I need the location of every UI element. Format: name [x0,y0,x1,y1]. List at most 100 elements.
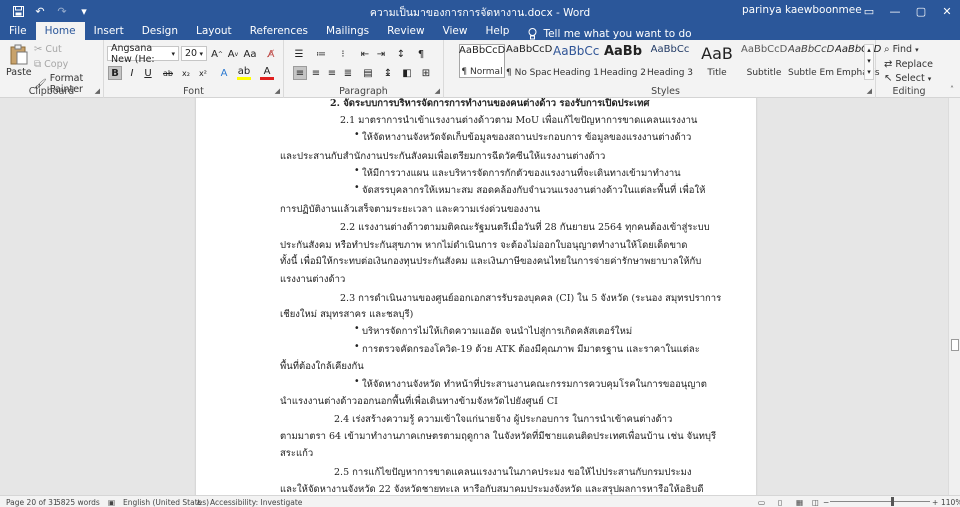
bold-icon[interactable]: B [108,66,122,80]
tell-me-box[interactable]: Tell me what you want to do [518,28,692,40]
proofing-icon[interactable]: ▣ [108,498,115,507]
zoom-in-icon[interactable]: + [932,498,938,507]
zoom-out-icon[interactable]: − [823,498,829,507]
style-heading-2[interactable]: AaBb Heading 2 [600,44,646,78]
print-layout-icon[interactable]: ▦ [796,498,803,507]
bullet-icon: • [354,182,360,193]
styles-gallery-scroll[interactable]: ▴ ▾ ▾ [864,44,874,80]
thai-distributed-icon[interactable]: ▤ [361,66,375,80]
align-left-icon[interactable]: ≡ [293,66,307,80]
close-icon[interactable]: ✕ [934,0,960,22]
styles-launcher-icon[interactable]: ◢ [867,87,872,95]
shrink-font-icon[interactable]: Av [226,47,240,61]
text-effects-icon[interactable]: A [217,66,231,80]
find-button[interactable]: ⌕ Find ▾ [884,44,919,55]
select-label: Select [895,73,925,84]
line-spacing-icon[interactable]: ↨ [381,66,395,80]
style-heading-3[interactable]: AaBbCc Heading 3 [647,44,693,78]
bullets-icon[interactable]: ☰ [292,47,306,61]
style-emphasis[interactable]: AaBbCcDd Emphasis [835,44,881,78]
tab-insert[interactable]: Insert [85,22,133,40]
font-size-box[interactable]: 20 ▾ [181,46,207,61]
replace-label: Replace [895,59,933,70]
style-heading-1[interactable]: AaBbCc Heading 1 [553,44,599,78]
read-mode-icon[interactable]: ▯ [778,498,782,507]
text-line: การตรวจคัดกรองโควิด-19 ด้วย ATK ต้องมีคุ… [362,344,700,355]
style-no-spacing[interactable]: AaBbCcDd ¶ No Spac... [506,44,552,78]
zoom-level[interactable]: 110% [941,498,960,507]
paragraph-group-label: Paragraph [339,86,388,97]
change-case-icon[interactable]: Aa [243,47,257,61]
underline-icon[interactable]: U [141,66,155,80]
text-line: 2.3 การดำเนินงานของศูนย์ออกเอกสารรับรองบ… [340,293,722,304]
font-name-box[interactable]: Angsana New (He: ▾ [107,43,179,65]
user-name[interactable]: parinya kaewboonmee [742,4,862,16]
style-preview: AaBbCcDd [835,44,881,55]
style-preview: AaBbCcDd [506,44,552,55]
align-right-icon[interactable]: ≡ [325,66,339,80]
style-subtitle[interactable]: AaBbCcD Subtitle [741,44,787,78]
minimize-icon[interactable]: — [882,0,908,22]
redo-icon[interactable]: ↷ [52,2,72,20]
document-page[interactable]: 2. จัดระบบการบริหารจัดการการทำงานของคนต่… [196,98,756,495]
vertical-scrollbar[interactable] [948,98,960,495]
clear-formatting-icon[interactable]: A̸ [264,47,278,61]
paste-button[interactable]: Paste [6,44,32,78]
tab-view[interactable]: View [434,22,477,40]
undo-icon[interactable]: ↶ [30,2,50,20]
clipboard-group: Paste ✂ Cut ⧉ Copy 🖌 Format Painter Clip… [0,40,104,98]
style-title[interactable]: AaB Title [694,44,740,78]
shading-icon[interactable]: ◧ [400,66,414,80]
page-count[interactable]: Page 20 of 31 [6,498,58,507]
superscript-icon[interactable]: x² [196,66,210,80]
style-normal[interactable]: AaBbCcDd ¶ Normal [459,44,505,78]
tab-file[interactable]: File [0,22,36,40]
save-icon[interactable] [8,2,28,20]
clipboard-launcher-icon[interactable]: ◢ [95,87,100,95]
tab-references[interactable]: References [241,22,317,40]
sort-icon[interactable]: ↕ [394,47,408,61]
increase-indent-icon[interactable]: ⇥ [374,47,388,61]
grow-font-icon[interactable]: A ^ [210,47,224,61]
zoom-slider[interactable] [830,501,930,502]
tab-layout[interactable]: Layout [187,22,241,40]
ribbon-display-options-icon[interactable]: ▭ [856,0,882,22]
decrease-indent-icon[interactable]: ⇤ [358,47,372,61]
strikethrough-icon[interactable]: ab [161,66,175,80]
text-line: 2.1 มาตราการนำเข้าแรงงานต่างด้าวตาม MoU … [340,115,698,126]
subscript-icon[interactable]: x₂ [179,66,193,80]
borders-icon[interactable]: ⊞ [419,66,433,80]
tab-home[interactable]: Home [35,22,85,40]
select-button[interactable]: ↖ Select ▾ [884,73,931,84]
focus-mode-icon[interactable]: ▭ [758,498,765,507]
multilevel-list-icon[interactable]: ⁝ [336,47,350,61]
italic-icon[interactable]: I [125,66,139,80]
maximize-icon[interactable]: ▢ [908,0,934,22]
show-formatting-icon[interactable]: ¶ [414,47,428,61]
collapse-ribbon-icon[interactable]: ˄ [950,85,954,94]
web-layout-icon[interactable]: ◫ [812,498,819,507]
copy-button[interactable]: ⧉ Copy [34,59,68,70]
styles-group: AaBbCcDd ¶ Normal AaBbCcDd ¶ No Spac... … [456,40,881,98]
tab-help[interactable]: Help [476,22,518,40]
bullet-icon: • [354,323,360,334]
word-count[interactable]: 5825 words [56,498,100,507]
font-launcher-icon[interactable]: ◢ [275,87,280,95]
align-center-icon[interactable]: ≡ [309,66,323,80]
tab-mailings[interactable]: Mailings [317,22,378,40]
font-color-icon[interactable]: A [260,66,274,80]
zoom-slider-handle[interactable] [891,497,894,506]
style-subtle-emphasis[interactable]: AaBbCcDd Subtle Em... [788,44,834,78]
cut-button[interactable]: ✂ Cut [34,44,62,55]
numbering-icon[interactable]: ≔ [314,47,328,61]
tab-review[interactable]: Review [378,22,433,40]
customize-qat-dropdown-icon[interactable]: ▾ [74,2,94,20]
tab-design[interactable]: Design [133,22,187,40]
scroll-thumb[interactable] [951,339,959,351]
replace-button[interactable]: ⇄ Replace [884,59,933,70]
justify-icon[interactable]: ≣ [341,66,355,80]
accessibility-status[interactable]: Accessibility: Investigate [210,498,302,507]
clipboard-group-label: Clipboard [28,86,75,97]
highlight-icon[interactable]: ab [237,66,251,80]
paragraph-launcher-icon[interactable]: ◢ [435,87,440,95]
